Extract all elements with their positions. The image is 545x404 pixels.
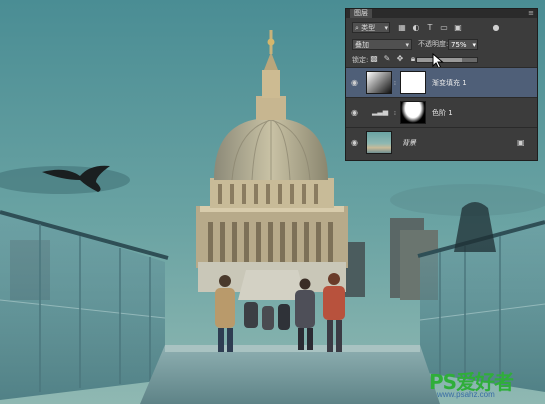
shape-filter-icon[interactable]: ▭ — [440, 23, 448, 32]
fill-slider[interactable] — [416, 57, 478, 63]
layer-row-levels[interactable]: ◉ ▂▃▅ ⁝ 色阶 1 — [346, 97, 537, 127]
chevron-down-icon: ▾ — [472, 41, 476, 49]
layers-panel: 图层 ≡ ⌕ 类型 ▾ ▦ ◐ T ▭ ▣ ● 叠加 ▾ 不透明度: 75% ▾… — [345, 8, 538, 161]
panel-titlebar: 图层 ≡ — [346, 9, 537, 18]
filter-icons: ▦ ◐ T ▭ ▣ ● — [398, 22, 500, 33]
opacity-label: 不透明度: — [418, 40, 449, 48]
visibility-eye-icon[interactable]: ◉ — [351, 78, 360, 87]
lock-label: 锁定: — [352, 56, 369, 64]
layer-row-gradient-fill[interactable]: ◉ ⁝ 渐变填充 1 — [346, 67, 537, 97]
blend-mode-select[interactable]: 叠加 ▾ — [352, 39, 412, 50]
chevron-down-icon: ▾ — [384, 24, 388, 32]
layer-mask-thumbnail[interactable] — [400, 101, 426, 124]
levels-adjustment-icon: ▂▃▅ — [372, 108, 389, 116]
lock-transparency-icon[interactable]: ▩ — [370, 55, 378, 63]
opacity-value: 75% — [451, 41, 467, 49]
type-filter-icon[interactable]: T — [426, 23, 434, 32]
filter-kind-label: 类型 — [361, 24, 376, 32]
layer-mask-thumbnail[interactable] — [400, 71, 426, 94]
lock-position-icon[interactable]: ✥ — [396, 55, 404, 63]
adjustment-filter-icon[interactable]: ◐ — [412, 23, 420, 32]
background-thumbnail[interactable] — [366, 131, 392, 154]
bridge-deck — [140, 345, 440, 404]
layer-row-background[interactable]: ◉ 背景 ▣ — [346, 127, 537, 157]
search-icon: ⌕ — [355, 24, 359, 32]
pixel-filter-icon[interactable]: ▦ — [398, 23, 406, 32]
visibility-eye-icon[interactable]: ◉ — [351, 108, 360, 117]
watermark: PS爱好者 www.psahz.com — [429, 366, 541, 402]
chevron-down-icon: ▾ — [405, 41, 409, 49]
link-icon: ⁝ — [394, 110, 396, 117]
layer-filter-select[interactable]: ⌕ 类型 ▾ — [352, 22, 390, 33]
blend-mode-value: 叠加 — [355, 41, 369, 49]
opacity-input[interactable]: 75% ▾ — [448, 39, 478, 50]
watermark-url: www.psahz.com — [437, 390, 495, 399]
filter-toggle-icon[interactable]: ● — [492, 23, 500, 32]
lock-image-icon[interactable]: ✎ — [383, 55, 391, 63]
panel-menu-icon[interactable]: ≡ — [528, 9, 534, 18]
layer-name[interactable]: 渐变填充 1 — [432, 78, 467, 88]
gradient-fill-thumbnail[interactable] — [366, 71, 392, 94]
tab-layers[interactable]: 图层 — [350, 9, 372, 18]
smart-object-filter-icon[interactable]: ▣ — [454, 23, 462, 32]
visibility-eye-icon[interactable]: ◉ — [351, 138, 360, 147]
layer-name[interactable]: 色阶 1 — [432, 108, 453, 118]
layer-name[interactable]: 背景 — [402, 138, 416, 148]
link-icon: ⁝ — [394, 80, 396, 87]
lock-icons: ▩ ✎ ✥ 🔒︎ — [370, 55, 417, 63]
lock-icon: ▣ — [517, 138, 525, 147]
